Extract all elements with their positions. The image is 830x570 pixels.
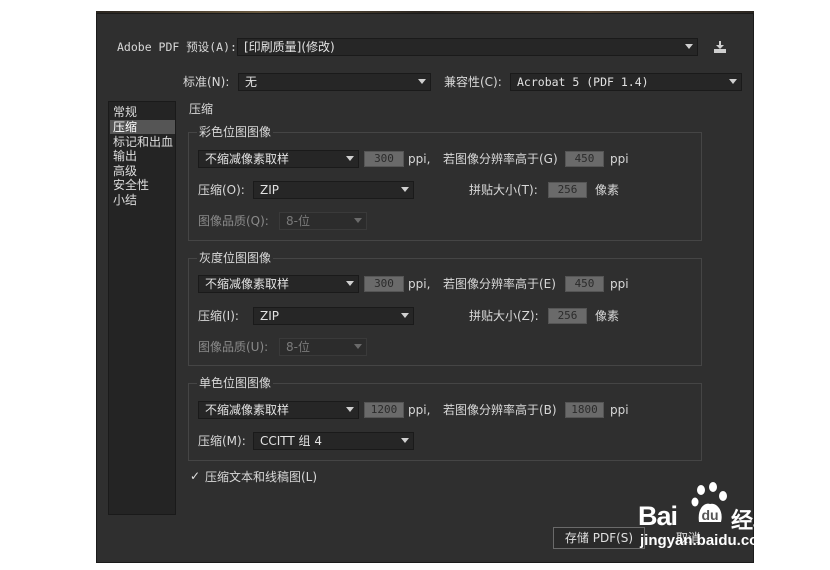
watermark-brand-right: 经验 bbox=[731, 508, 776, 533]
chevron-down-icon bbox=[685, 44, 693, 49]
chevron-down-icon bbox=[418, 79, 426, 84]
color-quality-value: 8-位 bbox=[286, 214, 310, 228]
svg-text:du: du bbox=[701, 507, 718, 523]
gray-tile-label: 拼贴大小(Z): bbox=[469, 309, 539, 323]
color-compression-select[interactable]: ZIP bbox=[253, 181, 414, 199]
save-preset-icon[interactable] bbox=[713, 40, 727, 54]
compress-text-label: 压缩文本和线稿图(L) bbox=[205, 470, 318, 484]
mono-above-label: 若图像分辨率高于(B) bbox=[443, 403, 557, 417]
mono-sampling-select[interactable]: 不缩减像素取样 bbox=[198, 401, 359, 419]
mono-group-title: 单色位图图像 bbox=[197, 375, 274, 391]
chevron-down-icon bbox=[346, 281, 354, 286]
gray-ppi-input[interactable]: 300 bbox=[364, 276, 404, 292]
chevron-down-icon bbox=[346, 407, 354, 412]
color-ppi-unit: ppi, bbox=[408, 152, 431, 166]
sidebar-item-summary[interactable]: 小结 bbox=[113, 193, 137, 207]
chevron-down-icon bbox=[346, 156, 354, 161]
standard-value: 无 bbox=[245, 75, 258, 89]
chevron-down-icon bbox=[729, 79, 737, 84]
chevron-down-icon bbox=[354, 218, 362, 223]
color-sampling-value: 不缩减像素取样 bbox=[205, 152, 290, 166]
gray-quality-value: 8-位 bbox=[286, 340, 310, 354]
gray-compression-label: 压缩(I): bbox=[198, 309, 239, 323]
color-above-input[interactable]: 450 bbox=[565, 151, 604, 167]
color-tile-input[interactable]: 256 bbox=[548, 182, 587, 198]
standard-label: 标准(N): bbox=[183, 75, 230, 89]
mono-compression-value: CCITT 组 4 bbox=[260, 434, 323, 448]
mono-above-input[interactable]: 1800 bbox=[565, 402, 604, 418]
standard-select[interactable]: 无 bbox=[238, 73, 431, 91]
preset-select[interactable]: [印刷质量](修改) bbox=[237, 38, 698, 56]
chevron-down-icon bbox=[401, 187, 409, 192]
baidu-jingyan-watermark: Bai du 经验 jingyan.baidu.com bbox=[636, 479, 786, 559]
gray-sampling-value: 不缩减像素取样 bbox=[205, 277, 290, 291]
watermark-url: jingyan.baidu.com bbox=[640, 532, 772, 549]
color-quality-label: 图像品质(Q): bbox=[198, 214, 269, 228]
gray-above-unit: ppi bbox=[610, 277, 629, 291]
sidebar-item-security[interactable]: 安全性 bbox=[113, 178, 149, 192]
gray-tile-input[interactable]: 256 bbox=[548, 308, 587, 324]
mono-above-unit: ppi bbox=[610, 403, 629, 417]
watermark-brand-left: Bai bbox=[638, 501, 678, 531]
sidebar: 常规 压缩 标记和出血 输出 高级 安全性 小结 bbox=[108, 101, 176, 515]
color-tile-unit: 像素 bbox=[595, 183, 620, 197]
paw-icon: du bbox=[691, 482, 727, 523]
compat-select[interactable]: Acrobat 5 (PDF 1.4) bbox=[510, 73, 742, 91]
color-group-title: 彩色位图图像 bbox=[197, 124, 274, 140]
gray-quality-label: 图像品质(U): bbox=[198, 340, 269, 354]
color-ppi-input[interactable]: 300 bbox=[364, 151, 404, 167]
gray-tile-unit: 像素 bbox=[595, 309, 620, 323]
mono-compression-label: 压缩(M): bbox=[198, 434, 246, 448]
color-quality-select[interactable]: 8-位 bbox=[279, 212, 367, 230]
sidebar-item-compression[interactable]: 压缩 bbox=[110, 120, 175, 134]
save-pdf-button[interactable]: 存储 PDF(S) bbox=[553, 527, 645, 549]
section-title: 压缩 bbox=[189, 102, 214, 116]
compat-value: Acrobat 5 (PDF 1.4) bbox=[517, 75, 649, 89]
mono-ppi-input[interactable]: 1200 bbox=[364, 402, 404, 418]
sidebar-item-output[interactable]: 输出 bbox=[113, 149, 137, 163]
sidebar-item-advanced[interactable]: 高级 bbox=[113, 164, 137, 178]
mono-compression-select[interactable]: CCITT 组 4 bbox=[253, 432, 414, 450]
compress-text-checkbox[interactable]: ✓ bbox=[190, 469, 200, 483]
sidebar-item-marks-bleeds[interactable]: 标记和出血 bbox=[113, 135, 173, 149]
gray-above-input[interactable]: 450 bbox=[565, 276, 604, 292]
chevron-down-icon bbox=[401, 313, 409, 318]
gray-ppi-unit: ppi, bbox=[408, 277, 431, 291]
color-above-label: 若图像分辨率高于(G) bbox=[443, 152, 558, 166]
sidebar-item-general[interactable]: 常规 bbox=[113, 105, 137, 119]
color-tile-label: 拼贴大小(T): bbox=[469, 183, 538, 197]
color-compression-label: 压缩(O): bbox=[198, 183, 245, 197]
gray-quality-select[interactable]: 8-位 bbox=[279, 338, 367, 356]
preset-label: Adobe PDF 预设(A): bbox=[117, 40, 237, 54]
gray-compression-value: ZIP bbox=[260, 309, 279, 323]
compat-label: 兼容性(C): bbox=[444, 75, 502, 89]
gray-compression-select[interactable]: ZIP bbox=[253, 307, 414, 325]
chevron-down-icon bbox=[401, 438, 409, 443]
chevron-down-icon bbox=[354, 344, 362, 349]
color-above-unit: ppi bbox=[610, 152, 629, 166]
gray-sampling-select[interactable]: 不缩减像素取样 bbox=[198, 275, 359, 293]
color-sampling-select[interactable]: 不缩减像素取样 bbox=[198, 150, 359, 168]
mono-sampling-value: 不缩减像素取样 bbox=[205, 403, 290, 417]
preset-value: [印刷质量](修改) bbox=[244, 40, 335, 54]
mono-ppi-unit: ppi, bbox=[408, 403, 431, 417]
color-compression-value: ZIP bbox=[260, 183, 279, 197]
gray-group-title: 灰度位图图像 bbox=[197, 250, 274, 266]
gray-above-label: 若图像分辨率高于(E) bbox=[443, 277, 556, 291]
